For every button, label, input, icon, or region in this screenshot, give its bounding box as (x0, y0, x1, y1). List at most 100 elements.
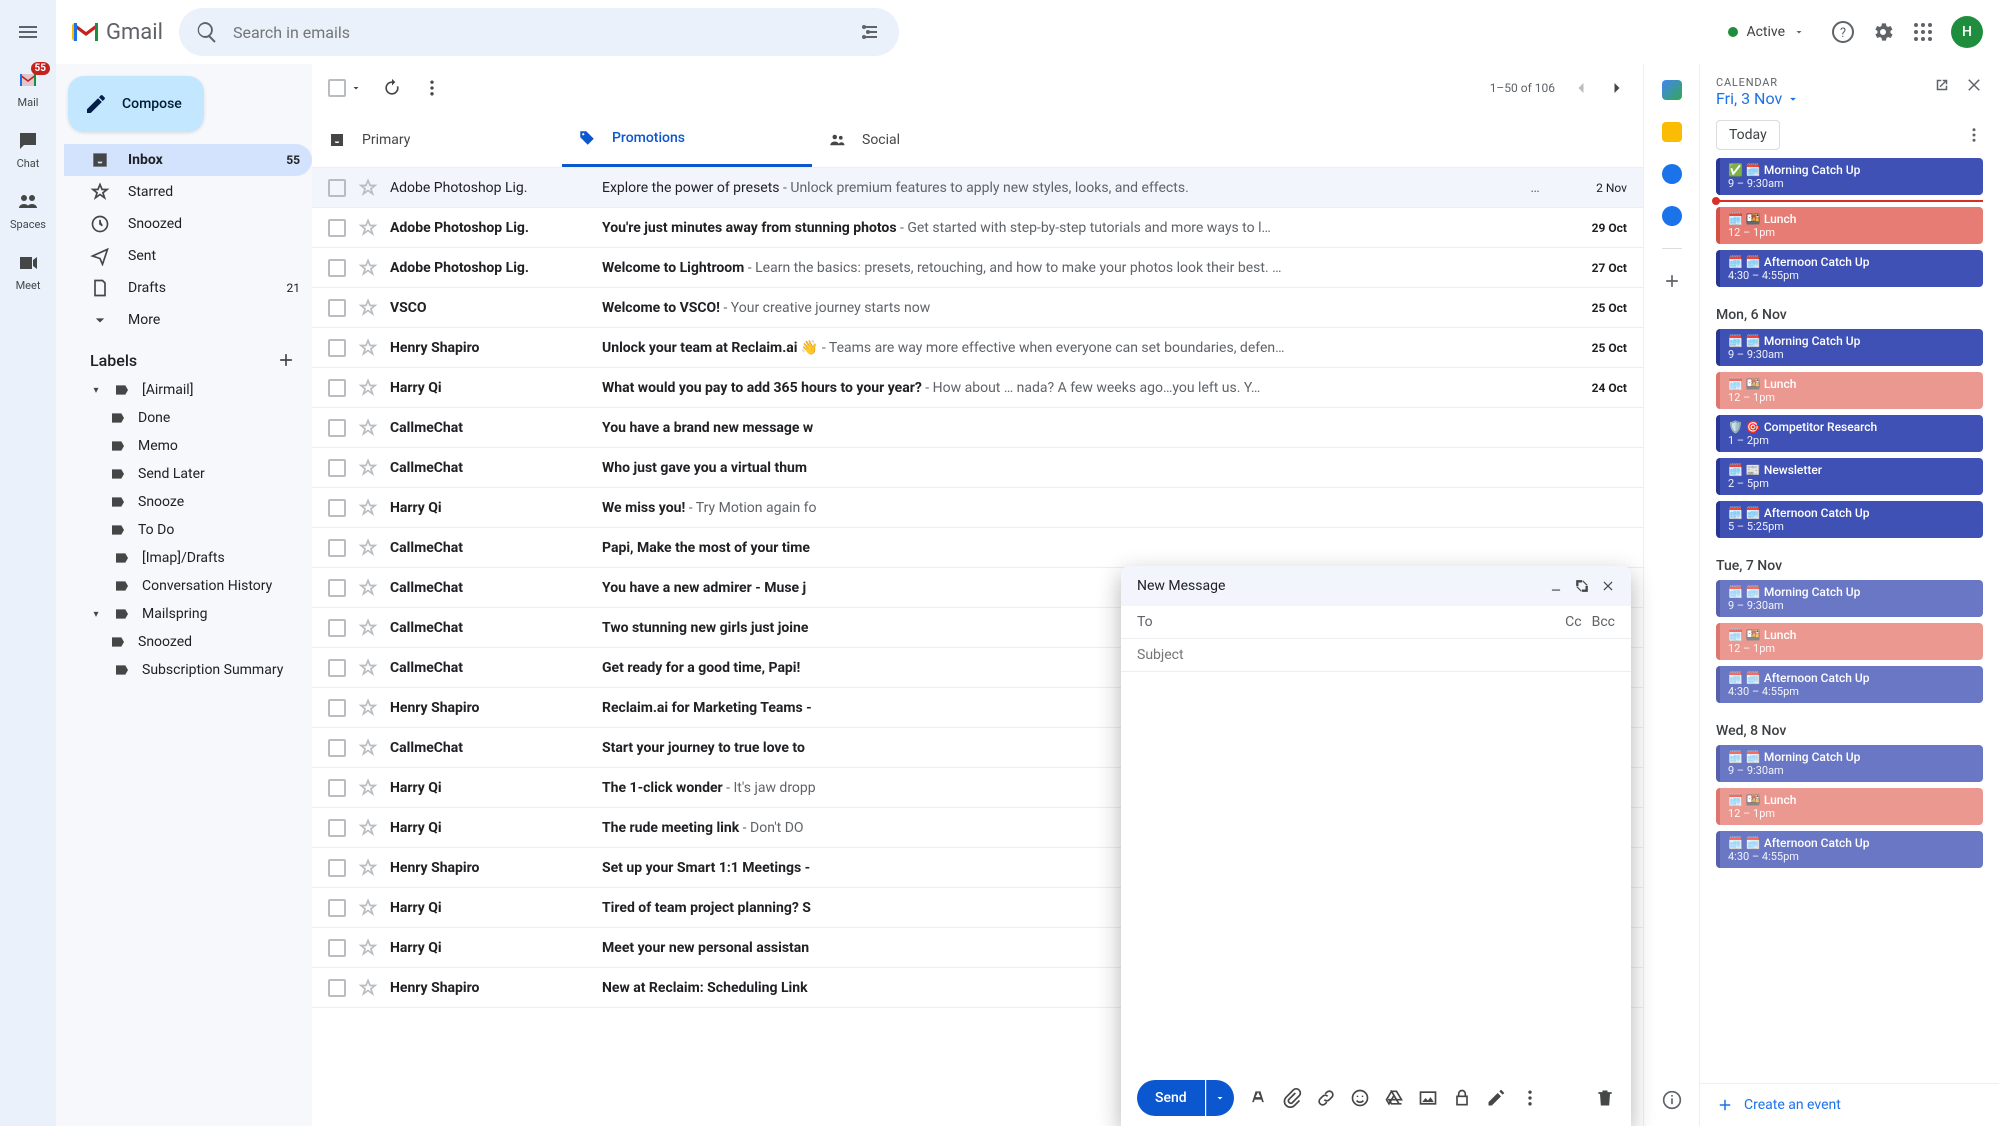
star-icon[interactable] (358, 898, 378, 918)
calendar-event[interactable]: 🗓️ 🍱 Lunch12 – 1pm (1716, 623, 1983, 660)
menu-button[interactable] (4, 8, 52, 56)
email-row[interactable]: Adobe Photoshop Lig.You're just minutes … (312, 208, 1643, 248)
search-bar[interactable] (179, 8, 899, 56)
bcc-link[interactable]: Bcc (1592, 614, 1615, 630)
star-icon[interactable] (358, 298, 378, 318)
calendar-event[interactable]: 🗓️ 🗓️ Morning Catch Up9 – 9:30am (1716, 329, 1983, 366)
star-icon[interactable] (358, 778, 378, 798)
pen-icon[interactable] (1486, 1088, 1506, 1108)
format-icon[interactable] (1248, 1088, 1268, 1108)
tab-social[interactable]: Social (812, 112, 1062, 167)
label-mailspring[interactable]: ▾Mailspring (64, 600, 312, 628)
calendar-event[interactable]: ✅ 🗓️ Morning Catch Up9 – 9:30am (1716, 158, 1983, 195)
row-checkbox[interactable] (328, 579, 346, 597)
star-icon[interactable] (358, 858, 378, 878)
calendar-event[interactable]: 🗓️ 🍱 Lunch12 – 1pm (1716, 372, 1983, 409)
row-checkbox[interactable] (328, 939, 346, 957)
row-checkbox[interactable] (328, 539, 346, 557)
email-row[interactable]: Harry QiWe miss you! - Try Motion again … (312, 488, 1643, 528)
star-icon[interactable] (358, 578, 378, 598)
nav-sent[interactable]: Sent (64, 240, 312, 272)
label-todo[interactable]: To Do (64, 516, 312, 544)
search-options-icon[interactable] (859, 20, 883, 44)
nav-drafts[interactable]: Drafts21 (64, 272, 312, 304)
label-sendlater[interactable]: Send Later (64, 460, 312, 488)
label-imapdrafts[interactable]: [Imap]/Drafts (64, 544, 312, 572)
email-row[interactable]: CallmeChatWho just gave you a virtual th… (312, 448, 1643, 488)
calendar-event[interactable]: 🗓️ 🗓️ Morning Catch Up9 – 9:30am (1716, 580, 1983, 617)
star-icon[interactable] (358, 338, 378, 358)
email-row[interactable]: VSCOWelcome to VSCO! - Your creative jou… (312, 288, 1643, 328)
refresh-icon[interactable] (382, 78, 402, 98)
nav-more[interactable]: More (64, 304, 312, 336)
create-event-button[interactable]: Create an event (1700, 1083, 1999, 1126)
prev-page-icon[interactable] (1571, 78, 1591, 98)
discard-icon[interactable] (1595, 1088, 1615, 1108)
settings-icon[interactable] (1871, 20, 1895, 44)
tab-primary[interactable]: Primary (312, 112, 562, 167)
tasks-app-icon[interactable] (1662, 164, 1682, 184)
row-checkbox[interactable] (328, 739, 346, 757)
rail-chat[interactable]: Chat (0, 121, 56, 178)
cc-link[interactable]: Cc (1565, 614, 1581, 630)
row-checkbox[interactable] (328, 699, 346, 717)
label-convhist[interactable]: Conversation History (64, 572, 312, 600)
calendar-date-picker[interactable]: Fri, 3 Nov (1716, 89, 1800, 108)
row-checkbox[interactable] (328, 459, 346, 477)
star-icon[interactable] (358, 618, 378, 638)
keep-app-icon[interactable] (1662, 122, 1682, 142)
row-checkbox[interactable] (328, 179, 346, 197)
calendar-more-icon[interactable] (1965, 126, 1983, 144)
drive-icon[interactable] (1384, 1088, 1404, 1108)
info-icon[interactable] (1662, 1090, 1682, 1110)
add-app-icon[interactable] (1662, 271, 1682, 291)
star-icon[interactable] (358, 178, 378, 198)
select-all[interactable] (328, 79, 362, 97)
rail-spaces[interactable]: Spaces (0, 182, 56, 239)
email-row[interactable]: Harry QiWhat would you pay to add 365 ho… (312, 368, 1643, 408)
row-checkbox[interactable] (328, 619, 346, 637)
email-row[interactable]: Adobe Photoshop Lig.Explore the power of… (312, 168, 1643, 208)
close-panel-icon[interactable] (1965, 76, 1983, 94)
star-icon[interactable] (358, 418, 378, 438)
send-button[interactable]: Send (1137, 1080, 1205, 1116)
compose-to-row[interactable]: To CcBcc (1121, 606, 1631, 639)
star-icon[interactable] (358, 498, 378, 518)
subject-input[interactable] (1137, 647, 1615, 663)
add-label-icon[interactable] (276, 350, 296, 370)
star-icon[interactable] (358, 698, 378, 718)
more-icon[interactable] (1520, 1088, 1540, 1108)
calendar-event[interactable]: 🗓️ 🗓️ Afternoon Catch Up5 – 5:25pm (1716, 501, 1983, 538)
label-airmail[interactable]: ▾[Airmail] (64, 376, 312, 404)
search-input[interactable] (233, 23, 845, 42)
calendar-event[interactable]: 🗓️ 🗓️ Afternoon Catch Up4:30 – 4:55pm (1716, 250, 1983, 287)
row-checkbox[interactable] (328, 819, 346, 837)
label-snooze[interactable]: Snooze (64, 488, 312, 516)
email-row[interactable]: CallmeChatYou have a brand new message w (312, 408, 1643, 448)
link-icon[interactable] (1316, 1088, 1336, 1108)
today-button[interactable]: Today (1716, 120, 1780, 150)
fullscreen-icon[interactable] (1575, 579, 1589, 593)
compose-button[interactable]: Compose (68, 76, 204, 132)
calendar-event[interactable]: 🗓️ 📰 Newsletter2 – 5pm (1716, 458, 1983, 495)
nav-inbox[interactable]: Inbox55 (64, 144, 312, 176)
nav-snoozed[interactable]: Snoozed (64, 208, 312, 240)
contacts-app-icon[interactable] (1662, 206, 1682, 226)
row-checkbox[interactable] (328, 859, 346, 877)
tab-promotions[interactable]: Promotions (562, 112, 812, 167)
send-more-button[interactable] (1206, 1080, 1234, 1116)
confidential-icon[interactable] (1452, 1088, 1472, 1108)
apps-icon[interactable] (1911, 20, 1935, 44)
star-icon[interactable] (358, 378, 378, 398)
compose-header[interactable]: New Message (1121, 566, 1631, 606)
star-icon[interactable] (358, 938, 378, 958)
row-checkbox[interactable] (328, 419, 346, 437)
calendar-body[interactable]: ✅ 🗓️ Morning Catch Up9 – 9:30am 🗓️ 🍱 Lunc… (1700, 158, 1999, 1083)
calendar-event[interactable]: 🗓️ 🗓️ Afternoon Catch Up4:30 – 4:55pm (1716, 831, 1983, 868)
label-snoozed2[interactable]: Snoozed (64, 628, 312, 656)
more-icon[interactable] (422, 78, 442, 98)
email-row[interactable]: Adobe Photoshop Lig.Welcome to Lightroom… (312, 248, 1643, 288)
email-row[interactable]: CallmeChatPapi, Make the most of your ti… (312, 528, 1643, 568)
label-done[interactable]: Done (64, 404, 312, 432)
label-subsum[interactable]: Subscription Summary (64, 656, 312, 684)
